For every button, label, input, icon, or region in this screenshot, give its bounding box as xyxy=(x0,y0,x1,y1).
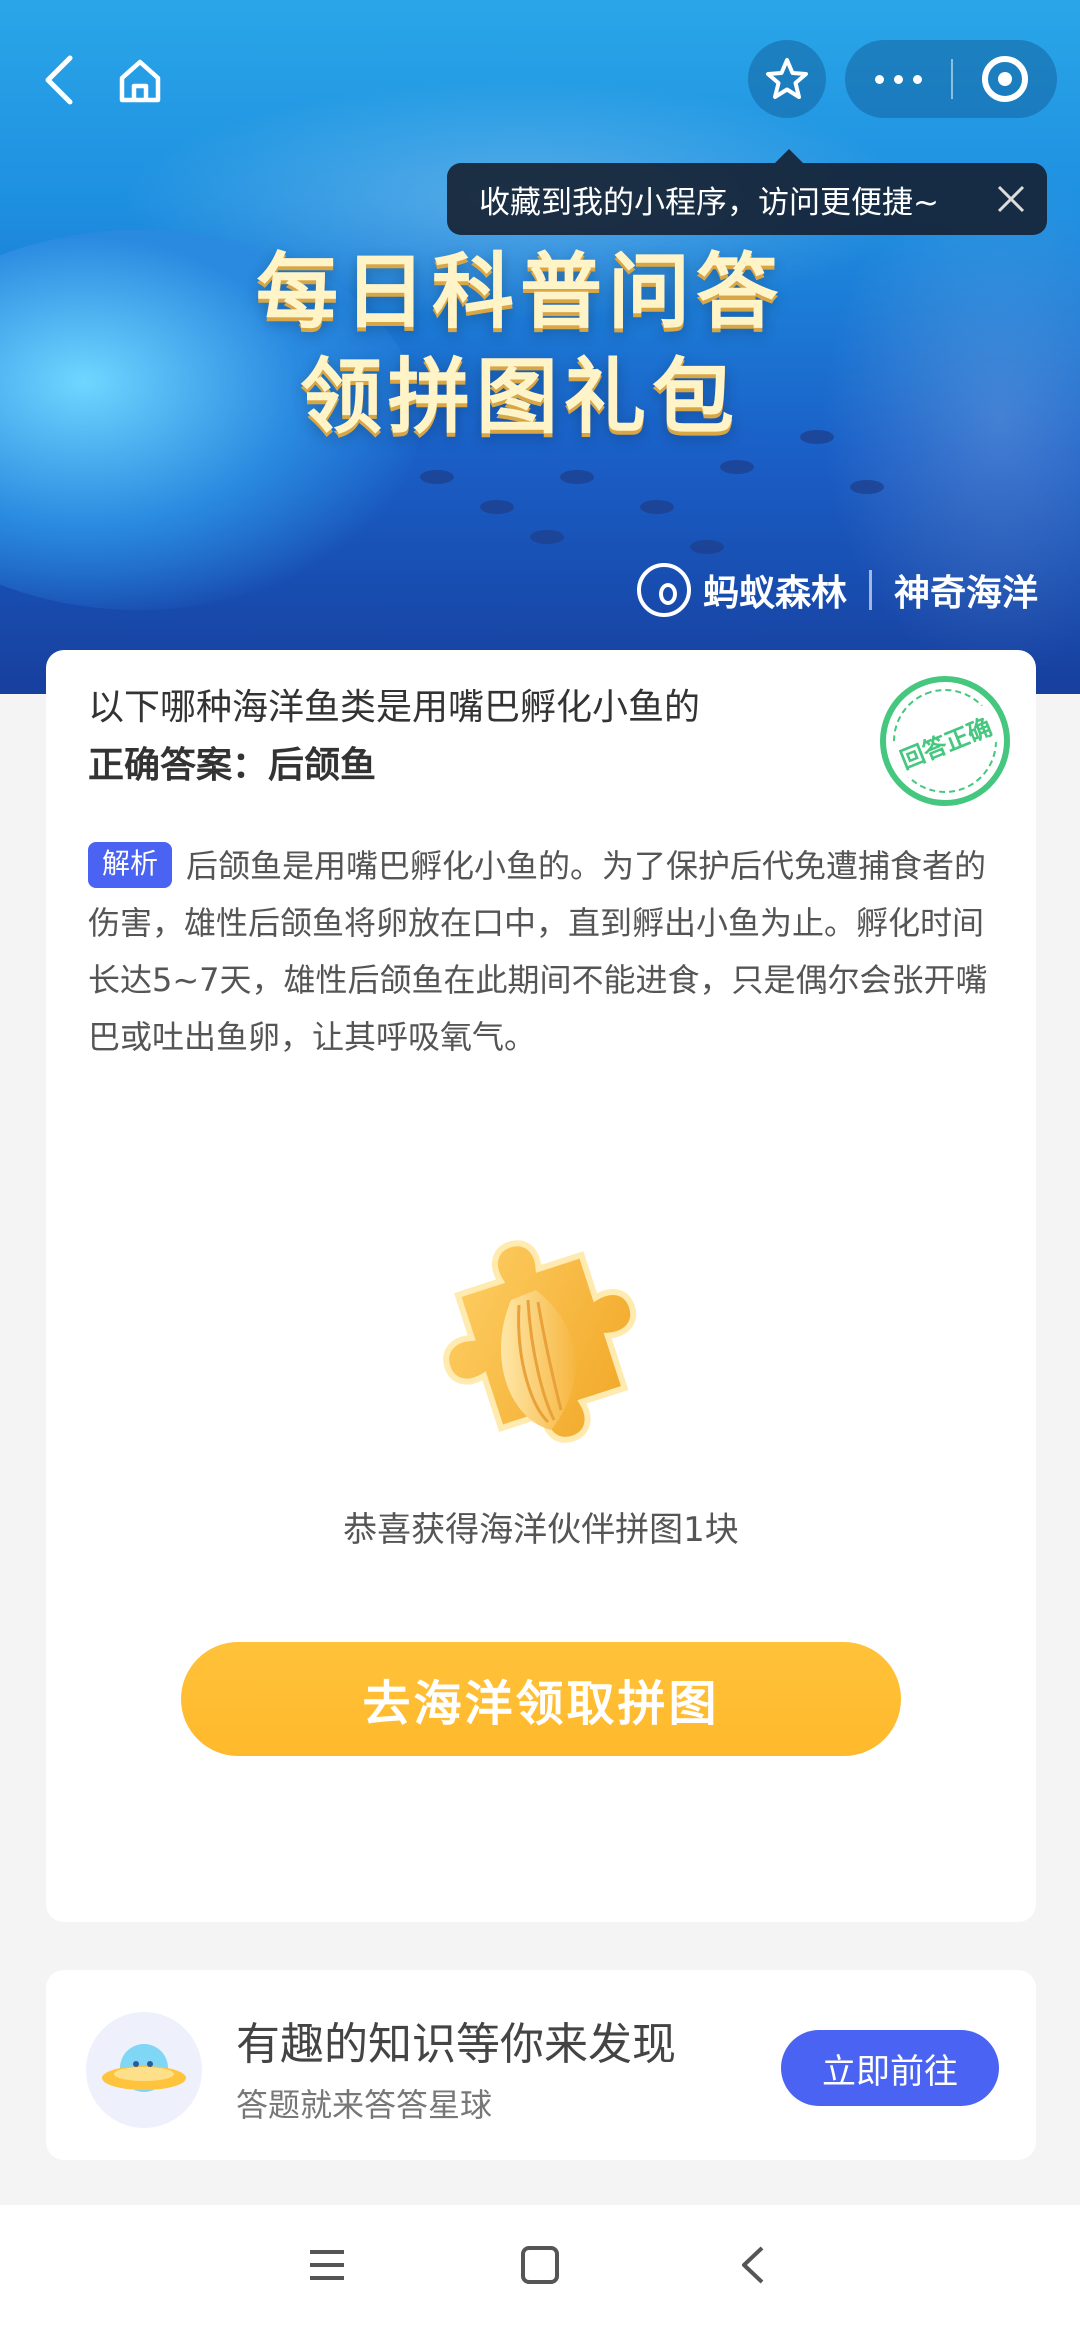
star-icon xyxy=(766,58,808,99)
tooltip-text: 收藏到我的小程序，访问更便捷~ xyxy=(479,184,939,221)
favorite-button[interactable] xyxy=(748,40,826,118)
planet-icon xyxy=(86,2012,202,2128)
close-icon[interactable] xyxy=(993,181,1029,217)
fish-shape xyxy=(720,460,754,474)
fish-shape xyxy=(480,500,514,514)
menu-capsule xyxy=(845,40,1057,118)
system-nav-bar xyxy=(0,2205,1080,2325)
stamp-text: 回答正确 xyxy=(889,703,1001,779)
brand-ant-forest: 蚂蚁森林 xyxy=(702,573,847,614)
quiz-card: 以下哪种海洋鱼类是用嘴巴孵化小鱼的 正确答案：后颌鱼 回答正确 解析 后颌鱼是用嘴… xyxy=(46,650,1036,1922)
fish-shape xyxy=(690,540,724,554)
discover-subtitle: 答题就来答答星球 xyxy=(236,2086,493,2124)
analysis-paragraph: 解析 后颌鱼是用嘴巴孵化小鱼的。为了保护后代免遭捕食者的伤害，雄性后颌鱼将卵放在口… xyxy=(88,838,1008,1066)
fish-shape xyxy=(530,530,564,544)
home-button[interactable] xyxy=(110,50,170,110)
correct-answer: 正确答案：后颌鱼 xyxy=(88,745,377,786)
fish-shape xyxy=(560,470,594,484)
go-now-button[interactable]: 立即前往 xyxy=(781,2030,999,2106)
reward-text: 恭喜获得海洋伙伴拼图1块 xyxy=(343,1510,739,1550)
brand-row: 蚂蚁森林 神奇海洋 xyxy=(636,560,1038,620)
favorite-tooltip: 收藏到我的小程序，访问更便捷~ xyxy=(447,149,1047,235)
analysis-text: 后颌鱼是用嘴巴孵化小鱼的。为了保护后代免遭捕食者的伤害，雄性后颌鱼将卵放在口中，… xyxy=(88,847,988,1056)
puzzle-piece-icon xyxy=(443,1240,637,1443)
ant-forest-logo-icon xyxy=(636,563,691,617)
analysis-tag: 解析 xyxy=(88,842,173,888)
menu-icon[interactable] xyxy=(297,2235,357,2295)
brand-divider xyxy=(868,570,872,610)
fish-shape xyxy=(640,500,674,514)
fish-shape xyxy=(850,480,884,494)
home-icon xyxy=(119,59,161,103)
claim-puzzle-button[interactable]: 去海洋领取拼图 xyxy=(181,1642,901,1756)
back-button[interactable] xyxy=(30,50,90,110)
target-icon xyxy=(982,56,1028,102)
correct-stamp: 回答正确 xyxy=(860,656,1030,826)
close-miniprogram-button[interactable] xyxy=(953,40,1057,118)
back-arrow-icon xyxy=(45,55,73,105)
banner-title-line2: 领拼图礼包 xyxy=(299,350,740,445)
back-triangle-icon[interactable] xyxy=(723,2235,783,2295)
banner-title-line1: 每日科普问答 xyxy=(255,245,784,340)
question-text: 以下哪种海洋鱼类是用嘴巴孵化小鱼的 xyxy=(88,687,701,728)
brand-magic-ocean: 神奇海洋 xyxy=(893,573,1038,614)
more-button[interactable] xyxy=(845,40,951,118)
discover-card[interactable]: 有趣的知识等你来发现 答题就来答答星球 立即前往 xyxy=(46,1970,1036,2160)
discover-title: 有趣的知识等你来发现 xyxy=(236,2019,676,2070)
fish-shape xyxy=(420,470,454,484)
home-square-icon[interactable] xyxy=(510,2235,570,2295)
